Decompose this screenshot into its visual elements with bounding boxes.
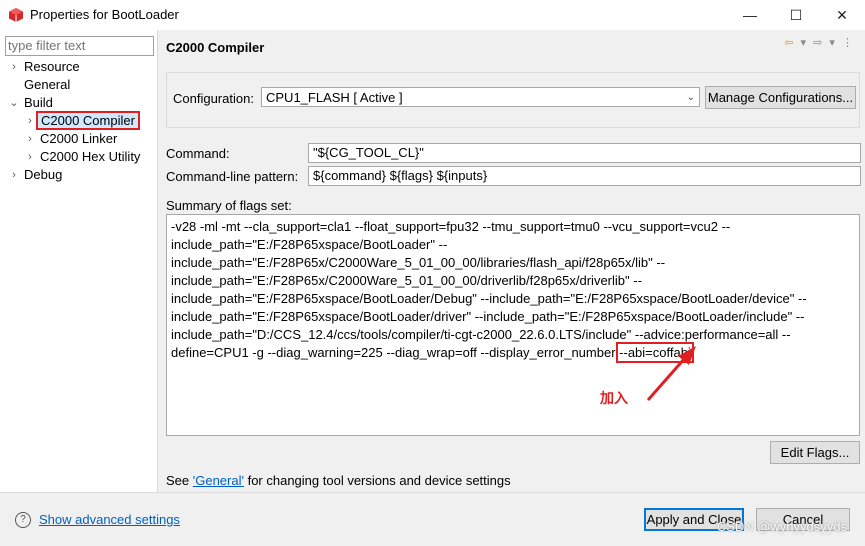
summary-line: include_path="E:/F28P65xspace/BootLoader… — [171, 309, 805, 324]
manage-configurations-button[interactable]: Manage Configurations... — [705, 86, 856, 109]
summary-last-prefix: define=CPU1 -g --diag_warning=225 --diag… — [171, 345, 620, 360]
tree-item-label: C2000 Hex Utility — [40, 149, 141, 164]
pattern-label: Command-line pattern: — [166, 169, 299, 184]
chevron-down-icon[interactable]: ⌄ — [8, 94, 20, 112]
footer-suffix: for changing tool versions and device se… — [243, 473, 511, 488]
history-nav-icons[interactable]: ⇦ ▾ ⇨ ▾ ⋮ — [784, 36, 855, 49]
configuration-value: CPU1_FLASH [ Active ] — [266, 90, 403, 105]
chevron-right-icon[interactable]: › — [8, 58, 20, 76]
tree-item-c2000-hex-utility[interactable]: › C2000 Hex Utility — [24, 148, 140, 166]
dropdown-icon[interactable]: ▾ — [829, 37, 837, 49]
command-field[interactable]: "${CG_TOOL_CL}" — [308, 143, 861, 163]
summary-line: include_path="E:/F28P65x/C2000Ware_5_01_… — [171, 273, 642, 288]
window-title: Properties for BootLoader — [30, 7, 179, 22]
command-pattern-field[interactable]: ${command} ${flags} ${inputs} — [308, 166, 861, 186]
tree-item-label: C2000 Linker — [40, 131, 118, 146]
summary-line: include_path="E:/F28P65xspace/BootLoader… — [171, 237, 448, 252]
summary-label: Summary of flags set: — [166, 198, 292, 213]
tree-item-label: General — [24, 77, 71, 92]
summary-line-last: define=CPU1 -g --diag_warning=225 --diag… — [171, 342, 855, 363]
chevron-right-icon[interactable]: › — [24, 130, 36, 148]
menu-icon[interactable]: ⋮ — [842, 37, 855, 49]
chevron-down-icon[interactable]: ⌄ — [687, 88, 695, 108]
summary-line: -v28 -ml -mt --cla_support=cla1 --float_… — [171, 219, 731, 234]
help-icon[interactable]: ? — [15, 512, 31, 528]
chevron-right-icon[interactable]: › — [24, 148, 36, 166]
close-button[interactable]: ✕ — [819, 0, 865, 30]
tree-item-label: Resource — [24, 59, 80, 74]
show-advanced-settings-link[interactable]: Show advanced settings — [39, 512, 180, 527]
configuration-select[interactable]: CPU1_FLASH [ Active ] ⌄ — [261, 87, 700, 107]
app-cube-icon — [9, 8, 23, 22]
configuration-group: Configuration: CPU1_FLASH [ Active ] ⌄ M… — [166, 72, 860, 128]
maximize-button[interactable]: ☐ — [773, 0, 819, 30]
annotation-label: 加入 — [600, 390, 628, 406]
configuration-label: Configuration: — [173, 91, 254, 106]
back-arrow-icon[interactable]: ⇦ — [784, 37, 795, 49]
tree-item-c2000-linker[interactable]: › C2000 Linker — [24, 130, 117, 148]
tree-item-build[interactable]: ⌄ Build — [8, 94, 53, 112]
tree-item-resource[interactable]: › Resource — [8, 58, 80, 76]
tree-item-c2000-compiler[interactable]: › C2000 Compiler — [24, 111, 140, 130]
compiler-settings-panel: C2000 Compiler ⇦ ▾ ⇨ ▾ ⋮ Configuration: … — [158, 30, 865, 492]
tree-item-label: Build — [24, 95, 53, 110]
dialog-button-bar: ? Show advanced settings Apply and Close… — [0, 492, 865, 546]
dropdown-icon[interactable]: ▾ — [801, 37, 809, 49]
minimize-button[interactable]: — — [727, 0, 773, 30]
filter-input[interactable] — [5, 36, 154, 56]
watermark: CSDN @wyhyydsyyds — [716, 519, 847, 534]
command-label: Command: — [166, 146, 230, 161]
tree-item-general[interactable]: General — [8, 76, 70, 94]
page-title: C2000 Compiler — [166, 40, 265, 55]
forward-arrow-icon[interactable]: ⇨ — [813, 37, 824, 49]
summary-line: include_path="D:/CCS_12.4/ccs/tools/comp… — [171, 327, 791, 342]
title-bar: Properties for BootLoader — ☐ ✕ — [0, 0, 865, 30]
tree-item-debug[interactable]: › Debug — [8, 166, 62, 184]
summary-line: include_path="E:/F28P65xspace/BootLoader… — [171, 291, 807, 306]
general-link[interactable]: 'General' — [193, 473, 244, 488]
property-tree-panel: › Resource General ⌄ Build › C2000 Compi… — [0, 30, 158, 492]
tree-item-label: Debug — [24, 167, 63, 182]
summary-line: include_path="E:/F28P65x/C2000Ware_5_01_… — [171, 255, 666, 270]
chevron-right-icon[interactable]: › — [8, 166, 20, 184]
abi-flag-highlight: --abi=coffabi — [616, 342, 694, 363]
chevron-right-icon[interactable]: › — [24, 112, 36, 130]
footer-prefix: See — [166, 473, 193, 488]
edit-flags-button[interactable]: Edit Flags... — [770, 441, 860, 464]
flags-summary-box[interactable]: -v28 -ml -mt --cla_support=cla1 --float_… — [166, 214, 860, 436]
footer-note: See 'General' for changing tool versions… — [166, 473, 511, 488]
tree-item-label-selected: C2000 Compiler — [36, 111, 140, 130]
